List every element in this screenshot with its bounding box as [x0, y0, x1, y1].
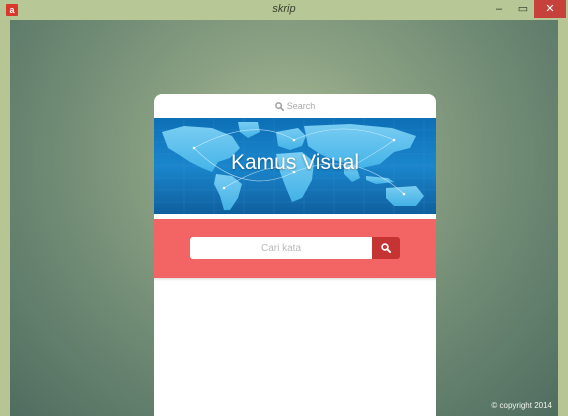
window-frame-left [0, 20, 10, 416]
dictionary-card: Search Kamus Visual Cari kata [154, 94, 436, 416]
copyright-text: © copyright 2014 [491, 401, 552, 410]
search-icon [274, 101, 284, 111]
app-viewport: Search Kamus Visual Cari kata © copyrigh… [10, 20, 558, 416]
magnifier-icon [381, 243, 391, 253]
search-label: Search [286, 101, 316, 111]
window-title: skrip [272, 3, 296, 15]
banner-title: Kamus Visual [230, 151, 359, 174]
window-frame-right [558, 20, 568, 416]
banner: Kamus Visual [154, 118, 436, 214]
minimize-button[interactable]: – [486, 0, 512, 18]
window-titlebar[interactable]: a skrip – ▭ ✕ [0, 0, 568, 20]
close-button[interactable]: ✕ [534, 0, 566, 18]
top-search-bar[interactable]: Search [154, 94, 436, 118]
section-shadow [154, 278, 436, 281]
search-button[interactable] [372, 237, 400, 259]
search-section [154, 219, 436, 278]
search-input[interactable] [190, 237, 372, 259]
maximize-button[interactable]: ▭ [512, 0, 534, 18]
